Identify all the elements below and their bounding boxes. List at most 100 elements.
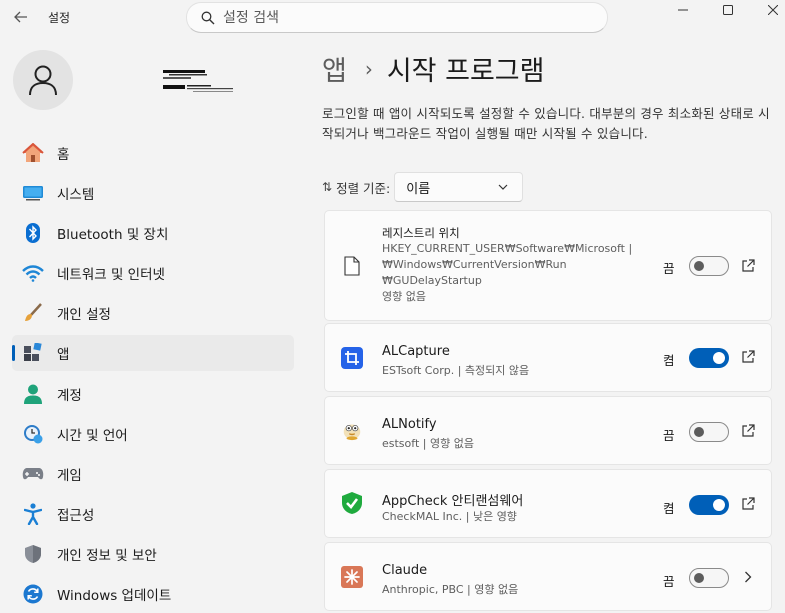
active-indicator <box>12 345 15 362</box>
appcheck-icon <box>341 492 363 514</box>
app-name: ALNotify <box>382 417 437 432</box>
sidebar-item-label: Windows 업데이트 <box>57 588 172 605</box>
toggle-state-label: 켬 <box>663 353 675 368</box>
app-impact: 영향 없음 <box>474 583 519 596</box>
page-description: 로그인할 때 앱이 시작되도록 설정할 수 있습니다. 대부분의 경우 최소화된… <box>322 106 770 141</box>
sidebar-item-accounts[interactable]: 계정 <box>12 376 294 412</box>
sidebar-item-label: 계정 <box>57 387 82 404</box>
sidebar-item-personalization[interactable]: 개인 설정 <box>12 295 294 331</box>
chevron-down-icon <box>498 184 508 190</box>
breadcrumb: 앱 › 시작 프로그램 <box>322 49 544 88</box>
app-publisher: estsoft <box>382 437 420 450</box>
alcapture-startup-toggle[interactable] <box>689 348 729 368</box>
sidebar-item-accessibility[interactable]: 접근성 <box>12 496 294 532</box>
toggle-state-label: 끔 <box>663 261 675 276</box>
breadcrumb-separator: › <box>364 56 373 81</box>
app-name: AppCheck 안티랜섬웨어 <box>382 494 524 509</box>
close-button[interactable] <box>750 0 785 20</box>
open-external-icon[interactable] <box>739 348 757 366</box>
app-title: 설정 <box>48 11 71 25</box>
startup-app-card-appcheck: AppCheck 안티랜섬웨어 CheckMAL Inc. | 낮은 영향 켬 <box>324 469 772 538</box>
sidebar-item-gaming[interactable]: 게임 <box>12 456 294 492</box>
app-publisher: CheckMAL Inc. <box>382 510 463 523</box>
sidebar-item-bluetooth[interactable]: Bluetooth 및 장치 <box>12 215 294 251</box>
open-external-icon[interactable] <box>739 257 757 275</box>
person-icon <box>29 65 57 96</box>
startup-app-card-claude: Claude Anthropic, PBC | 영향 없음 끔 <box>324 542 772 611</box>
app-impact: 낮은 영향 <box>472 510 517 523</box>
avatar[interactable] <box>13 50 73 110</box>
apps-icon <box>22 342 44 364</box>
app-subtitle: CheckMAL Inc. | 낮은 영향 <box>382 510 517 523</box>
sidebar-item-label: 시스템 <box>57 187 95 204</box>
registry-impact: 영향 없음 <box>382 290 426 303</box>
page-title: 시작 프로그램 <box>386 56 545 87</box>
home-icon <box>22 142 44 164</box>
appcheck-startup-toggle[interactable] <box>689 495 729 515</box>
sidebar-item-home[interactable]: 홈 <box>12 135 294 171</box>
system-icon <box>22 182 44 204</box>
sidebar-item-label: 홈 <box>57 147 70 163</box>
registry-startup-card: 레지스트리 위치 HKEY_CURRENT_USER₩Software₩Micr… <box>324 210 772 321</box>
chevron-right-icon[interactable] <box>739 568 757 586</box>
registry-details: 레지스트리 위치 HKEY_CURRENT_USER₩Software₩Micr… <box>382 225 632 305</box>
sidebar-item-label: 개인 설정 <box>57 307 111 324</box>
alcapture-icon <box>341 347 363 369</box>
open-external-icon[interactable] <box>739 495 757 513</box>
sidebar-item-windows-update[interactable]: Windows 업데이트 <box>12 576 294 612</box>
clock-globe-icon <box>22 423 44 445</box>
update-icon <box>22 583 44 605</box>
registry-startup-toggle[interactable] <box>689 256 729 276</box>
sidebar-item-apps[interactable]: 앱 <box>12 335 294 372</box>
app-subtitle: ESTsoft Corp. | 측정되지 않음 <box>382 364 530 377</box>
maximize-button[interactable] <box>705 0 751 20</box>
account-icon <box>22 383 44 405</box>
sidebar-item-label: 개인 정보 및 보안 <box>57 547 157 564</box>
sort-dropdown[interactable]: 이름 <box>394 172 524 202</box>
sort-icon: ⇅ <box>322 180 333 194</box>
close-icon <box>768 5 778 15</box>
brush-icon <box>22 302 44 324</box>
registry-path-line: ₩GUDelayStartup <box>382 274 482 287</box>
toggle-knob <box>694 427 704 437</box>
sidebar-item-system[interactable]: 시스템 <box>12 175 294 211</box>
sidebar-item-label: 네트워크 및 인터넷 <box>57 267 165 284</box>
sidebar-item-label: 접근성 <box>57 507 95 524</box>
sidebar-item-network[interactable]: 네트워크 및 인터넷 <box>12 255 294 291</box>
gamepad-icon <box>22 463 44 485</box>
registry-path-line: HKEY_CURRENT_USER₩Software₩Microsoft | <box>382 242 633 255</box>
toggle-state-label: 끔 <box>663 574 675 589</box>
startup-app-card-alcapture: ALCapture ESTsoft Corp. | 측정되지 않음 켬 <box>324 323 772 392</box>
maximize-icon <box>723 5 733 15</box>
app-publisher: ESTsoft Corp. <box>382 364 455 377</box>
open-external-icon[interactable] <box>739 422 757 440</box>
user-profile[interactable] <box>13 50 233 110</box>
breadcrumb-parent-link[interactable]: 앱 <box>322 49 347 88</box>
minimize-icon <box>678 9 688 11</box>
alnotify-icon <box>341 419 363 441</box>
file-icon <box>341 255 363 277</box>
wifi-icon <box>22 262 44 284</box>
sidebar-item-label: 게임 <box>57 467 82 484</box>
search-input[interactable] <box>223 9 583 26</box>
shield-icon <box>22 543 44 565</box>
sidebar-item-privacy[interactable]: 개인 정보 및 보안 <box>12 536 294 572</box>
back-button[interactable] <box>8 4 34 30</box>
startup-app-card-alnotify: ALNotify estsoft | 영향 없음 끔 <box>324 396 772 465</box>
app-impact: 영향 없음 <box>429 437 474 450</box>
toggle-knob <box>713 352 725 364</box>
profile-name-redacted <box>163 68 235 94</box>
app-publisher: Anthropic, PBC <box>382 583 464 596</box>
app-impact: 측정되지 않음 <box>464 364 530 377</box>
registry-path-line: ₩Windows₩CurrentVersion₩Run <box>382 258 567 271</box>
sidebar-item-label: Bluetooth 및 장치 <box>57 227 169 244</box>
sidebar-nav: 홈 시스템 Bluetooth 및 장치 네트워크 및 인터넷 개인 설정 앱 <box>12 135 294 613</box>
search-box[interactable] <box>186 2 608 33</box>
alnotify-startup-toggle[interactable] <box>689 422 729 442</box>
claude-startup-toggle[interactable] <box>689 568 729 588</box>
bluetooth-icon <box>22 222 44 244</box>
toggle-knob <box>694 261 704 271</box>
sidebar-item-time-language[interactable]: 시간 및 언어 <box>12 416 294 452</box>
minimize-button[interactable] <box>660 0 706 20</box>
sidebar-item-label: 앱 <box>57 347 70 364</box>
